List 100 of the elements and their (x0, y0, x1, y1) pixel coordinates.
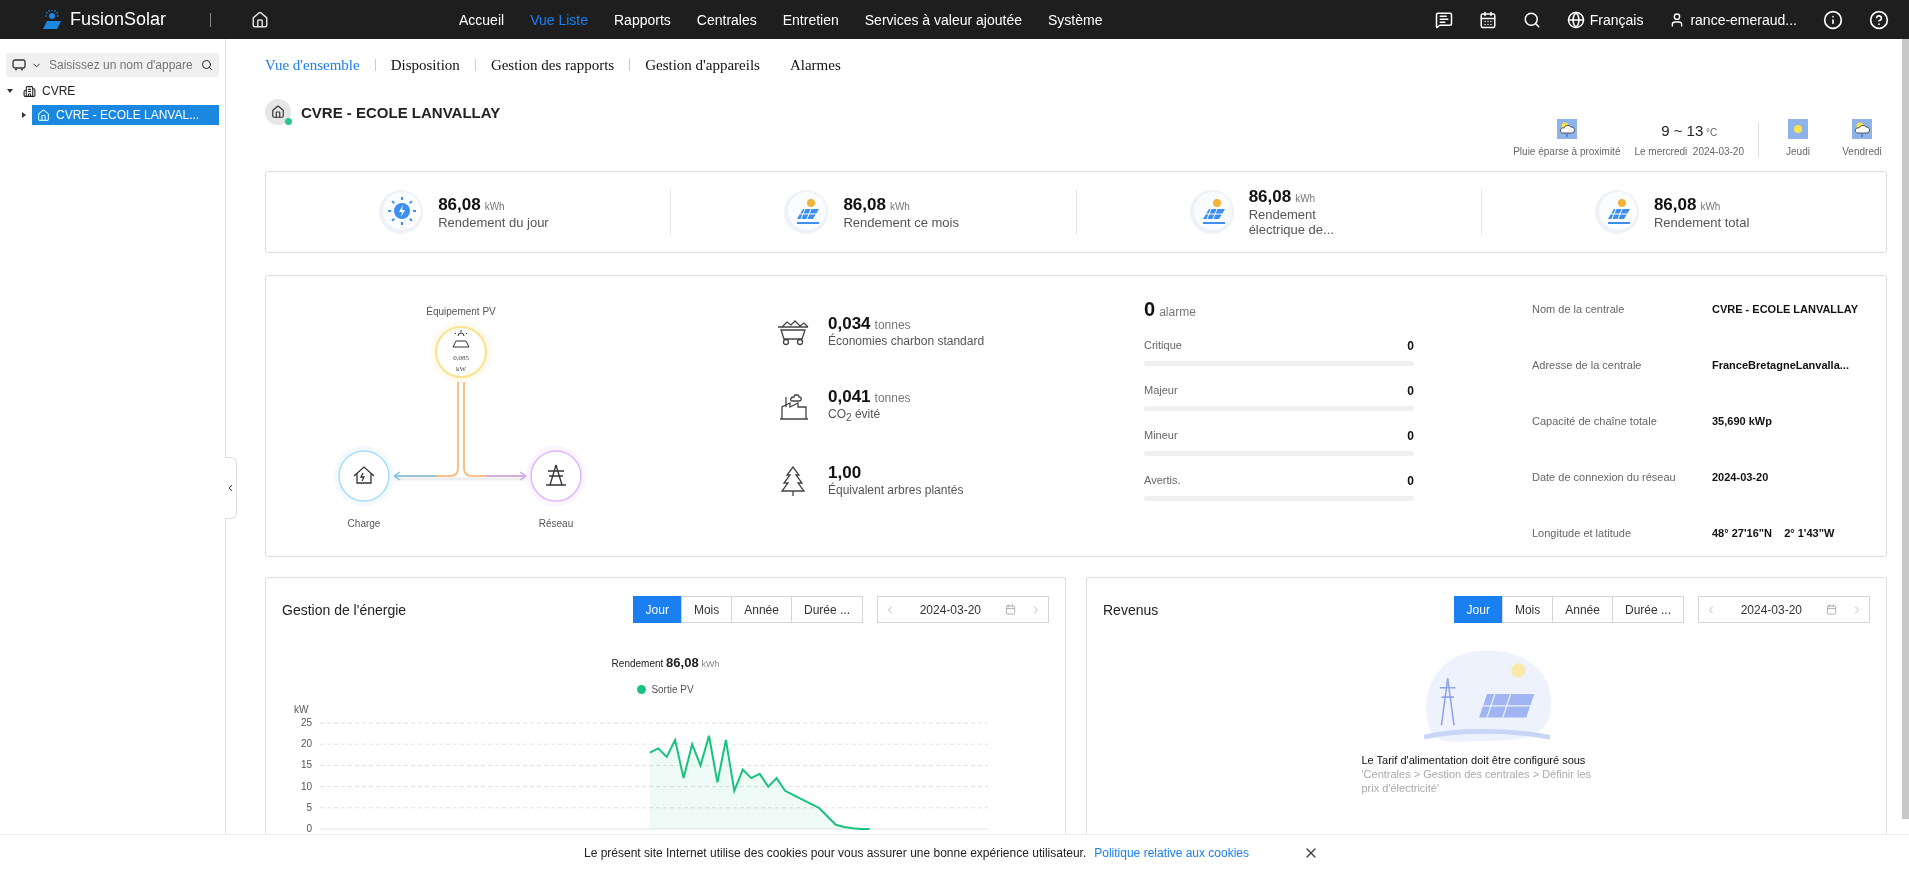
page-tab[interactable]: Gestion des rapports (475, 59, 631, 71)
user-menu[interactable]: rance-emeraud... (1690, 11, 1797, 28)
alarm-level-count: 0 (1407, 429, 1414, 443)
info-icon[interactable] (1823, 9, 1843, 30)
benefit-unit: tonnes (874, 318, 911, 332)
info-label: Date de connexion du réseau (1532, 470, 1677, 485)
brand-name: FusionSolar (70, 9, 167, 30)
benefit-value: 1,00 (828, 463, 862, 483)
date-picker[interactable]: 2024-03-20 (877, 596, 1049, 623)
yield-total-unit: kWh (701, 659, 720, 669)
page-tab[interactable]: Vue d'ensemble (265, 59, 376, 71)
alarm-level-label: Mineur (1144, 429, 1178, 443)
period-tab[interactable]: Durée ... (790, 596, 863, 623)
yield-value: 86,08 (1248, 187, 1292, 206)
panel-title: Gestion de l'énergie (282, 601, 407, 618)
page-tab[interactable]: Alarmes (774, 59, 856, 71)
tree-item[interactable]: CVRE - ECOLE LANVAL... (32, 105, 219, 125)
house-node (334, 446, 394, 506)
node-label: Réseau (538, 518, 574, 529)
benefit-value: 0,041 (828, 387, 871, 406)
weather-label: Pluie éparse à proximité (1513, 146, 1621, 157)
alarm-level-count: 0 (1407, 339, 1414, 353)
legend-label: Sortie PV (651, 684, 694, 695)
benefit-label: Économies charbon standard (828, 334, 986, 349)
y-tick-label: 10 (300, 780, 312, 792)
cookie-policy-link[interactable]: Politique relative aux cookies (1094, 846, 1250, 860)
period-tab[interactable]: Jour (1453, 596, 1503, 623)
cloud-rain-icon (1852, 119, 1872, 139)
nav-link[interactable]: Rapports (614, 11, 671, 28)
alarm-unit: alarme (1159, 305, 1196, 319)
building-icon (23, 84, 36, 98)
forecast-day: Jeudi (1786, 146, 1810, 157)
alarm-level-count: 0 (1407, 384, 1414, 398)
language-menu[interactable]: Français (1589, 11, 1644, 28)
solar-panel-icon (1188, 189, 1235, 235)
benefit-unit: tonnes (874, 391, 911, 405)
axis-unit: kW (294, 704, 309, 715)
period-tab[interactable]: Mois (680, 596, 733, 623)
calendar-icon[interactable] (1478, 10, 1497, 29)
node-label: Charge (347, 518, 381, 529)
benefit-label: Équivalent arbres plantés (828, 483, 965, 499)
info-value: 2024-03-20 (1712, 470, 1770, 485)
yield-unit: kWh (1700, 200, 1721, 212)
yield-total: 86,08 (666, 655, 699, 670)
weekday: Le mercredi (1634, 146, 1688, 157)
period-tab[interactable]: Durée ... (1611, 596, 1684, 623)
home-icon[interactable] (251, 10, 269, 29)
search-icon[interactable] (201, 59, 213, 71)
temperature: 9 ~ 13 (1661, 122, 1704, 139)
benefit-label: CO$_{2}$ évité (828, 407, 882, 426)
nav-link[interactable]: Vue Liste (530, 11, 588, 28)
yield-unit: kWh (889, 200, 910, 212)
alarm-level-label: Avertis. (1144, 474, 1181, 488)
nav-link[interactable]: Système (1048, 11, 1103, 28)
yield-label: Rendement ce mois (843, 214, 960, 230)
nav-link[interactable]: Services à valeur ajoutée (864, 11, 1022, 28)
date-picker[interactable]: 2024-03-20 (1698, 596, 1870, 623)
info-label: Longitude et latitude (1532, 526, 1633, 541)
alarm-level-label: Majeur (1144, 384, 1178, 398)
period-tab[interactable]: Jour (632, 596, 682, 623)
period-tab[interactable]: Année (1552, 596, 1613, 623)
node-label: Équipement PV (426, 306, 496, 317)
page-tab[interactable]: Gestion d'appareils (630, 59, 775, 71)
page-tab[interactable]: Disposition (375, 59, 476, 71)
y-tick-label: 25 (300, 717, 312, 728)
y-tick-label: 20 (300, 738, 312, 750)
nav-link[interactable]: Centrales (696, 11, 757, 28)
settings-path: 'Centrales > Gestion des centrales > Définir les prix d'électricité' (1361, 767, 1593, 795)
expand-caret-icon[interactable] (7, 89, 13, 93)
yield-caption: Rendement (611, 658, 664, 669)
alarm-count: 0 (1144, 298, 1156, 320)
info-value: FranceBretagneLanvalla... (1712, 358, 1850, 373)
message-icon[interactable] (1434, 10, 1453, 29)
search-field[interactable]: Saisissez un nom d'appare (6, 53, 219, 77)
globe-icon[interactable] (1566, 10, 1585, 29)
cookie-text: Le présent site Internet utilise des cookies pour vous assurer une bonne expérience utilisateur. (583, 846, 1087, 860)
search-icon[interactable] (1522, 10, 1541, 29)
solar-panel-icon (783, 189, 830, 235)
nav-link[interactable]: Accueil (459, 11, 505, 28)
period-tab[interactable]: Année (731, 596, 792, 623)
collapse-handle[interactable] (225, 457, 237, 519)
nav-link[interactable]: Entretien (782, 11, 839, 28)
y-tick-label: 15 (300, 759, 312, 771)
info-label: Adresse de la centrale (1532, 358, 1643, 373)
yield-label: Rendement total (1653, 214, 1751, 230)
period-tab[interactable]: Mois (1501, 596, 1554, 623)
logo-icon (40, 9, 64, 30)
alarm-level-label: Critique (1144, 339, 1182, 353)
expand-caret-icon[interactable] (22, 112, 26, 118)
help-icon[interactable] (1869, 9, 1889, 30)
weather-date: 2024-03-20 (1692, 146, 1744, 157)
yield-label: Rendement électrique de... (1248, 207, 1335, 237)
scroll-bar[interactable] (1902, 39, 1909, 819)
solar-panel-icon (1593, 189, 1640, 235)
cloud-rain-icon (1556, 119, 1577, 139)
sun-icon (1788, 119, 1808, 139)
power-pylon-node (526, 446, 586, 506)
forecast-day: Vendredi (1842, 146, 1882, 157)
yield-value: 86,08 (843, 194, 886, 214)
tree-item[interactable]: CVRE (18, 81, 81, 101)
